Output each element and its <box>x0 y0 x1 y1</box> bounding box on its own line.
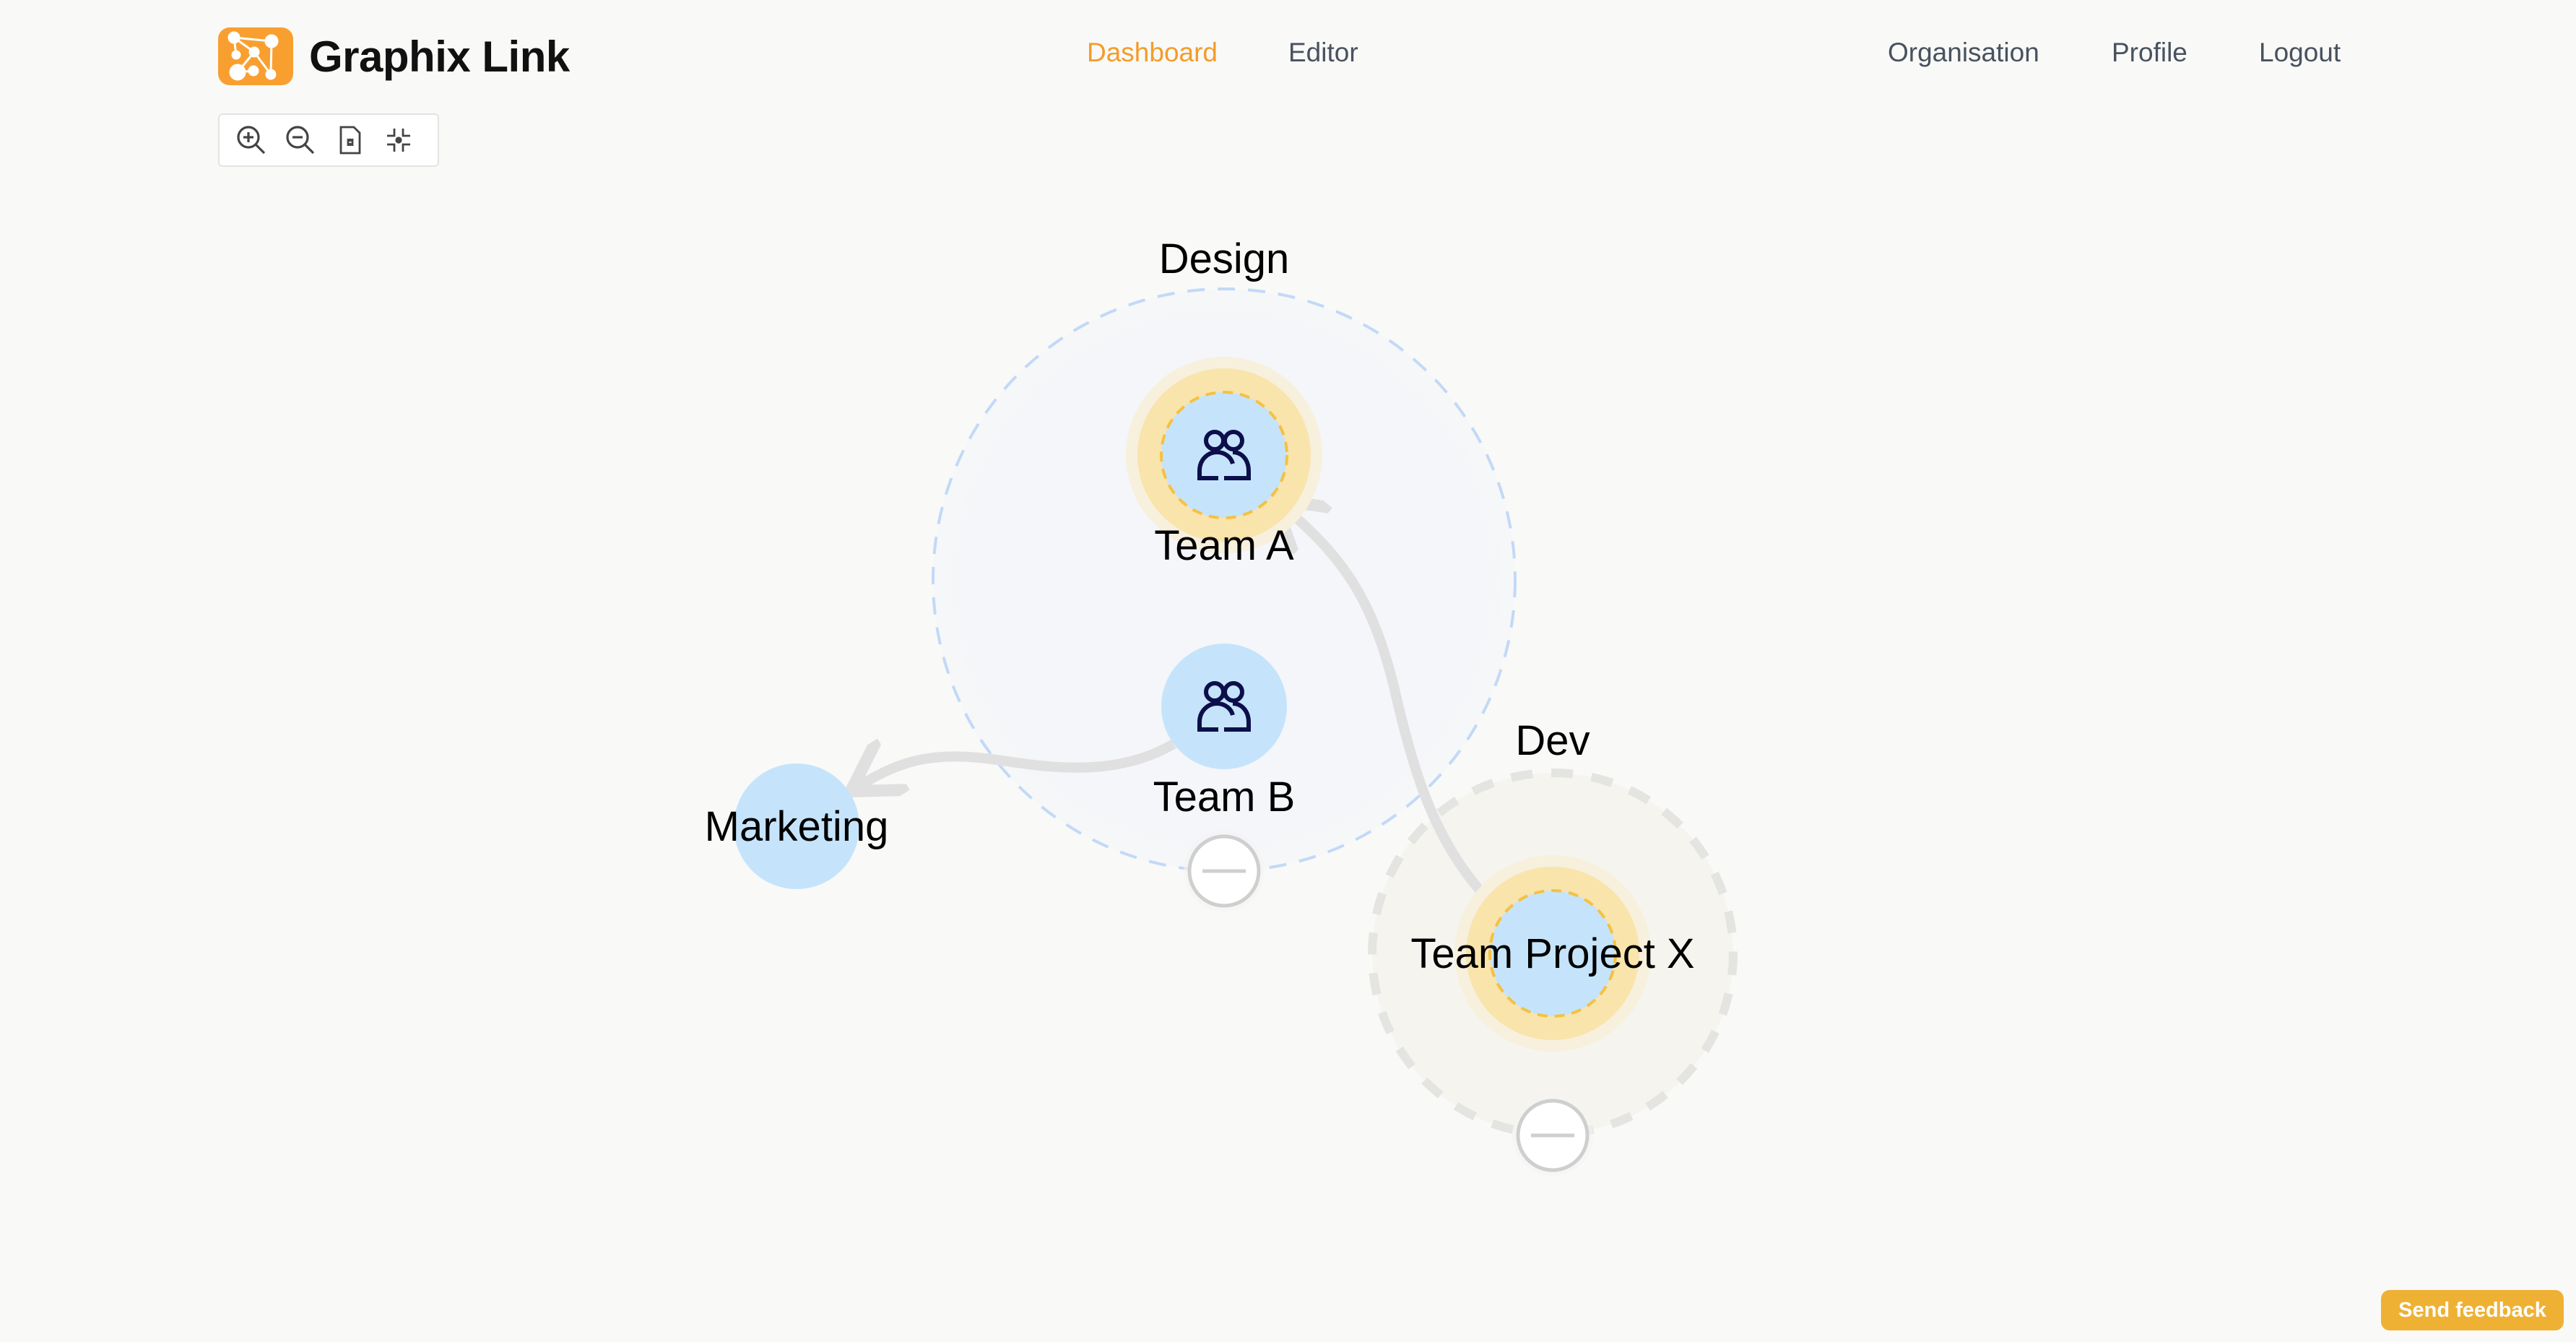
node-label: Team Project X <box>1410 930 1694 977</box>
send-feedback-button[interactable]: Send feedback <box>2381 1290 2564 1330</box>
group-label-design: Design <box>1159 235 1290 282</box>
collapse-design-button[interactable] <box>1184 831 1265 912</box>
graph-canvas[interactable]: Design Dev Team A Team B Marketing <box>0 0 2576 1342</box>
node-team-b[interactable]: Team B <box>1153 644 1296 821</box>
node-label: Team A <box>1154 522 1294 569</box>
node-team-a[interactable]: Team A <box>1126 357 1322 569</box>
node-label: Marketing <box>705 803 889 850</box>
node-label: Team B <box>1153 774 1296 821</box>
collapse-dev-button[interactable] <box>1512 1095 1593 1176</box>
group-label-dev: Dev <box>1515 717 1590 764</box>
